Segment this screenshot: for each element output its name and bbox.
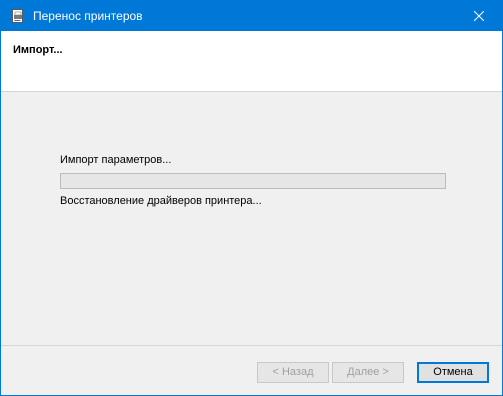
detail-label: Восстановление драйверов принтера...: [60, 195, 262, 207]
progress-bar: [60, 173, 446, 189]
header-divider: [1, 91, 502, 92]
printer-migration-window: Перенос принтеров Импорт... Импорт парам…: [0, 0, 503, 396]
title-bar[interactable]: Перенос принтеров: [1, 1, 502, 31]
status-label: Импорт параметров...: [60, 154, 172, 166]
cancel-button[interactable]: Отмена: [417, 362, 489, 383]
back-button[interactable]: < Назад: [257, 362, 329, 383]
next-button[interactable]: Далее >: [332, 362, 404, 383]
footer-divider: [1, 345, 502, 346]
close-icon: [474, 11, 484, 21]
window-title: Перенос принтеров: [33, 9, 143, 23]
page-title: Импорт...: [13, 44, 63, 56]
wizard-header: Импорт...: [1, 31, 502, 91]
close-button[interactable]: [456, 1, 502, 31]
printer-migration-icon: [11, 9, 25, 23]
